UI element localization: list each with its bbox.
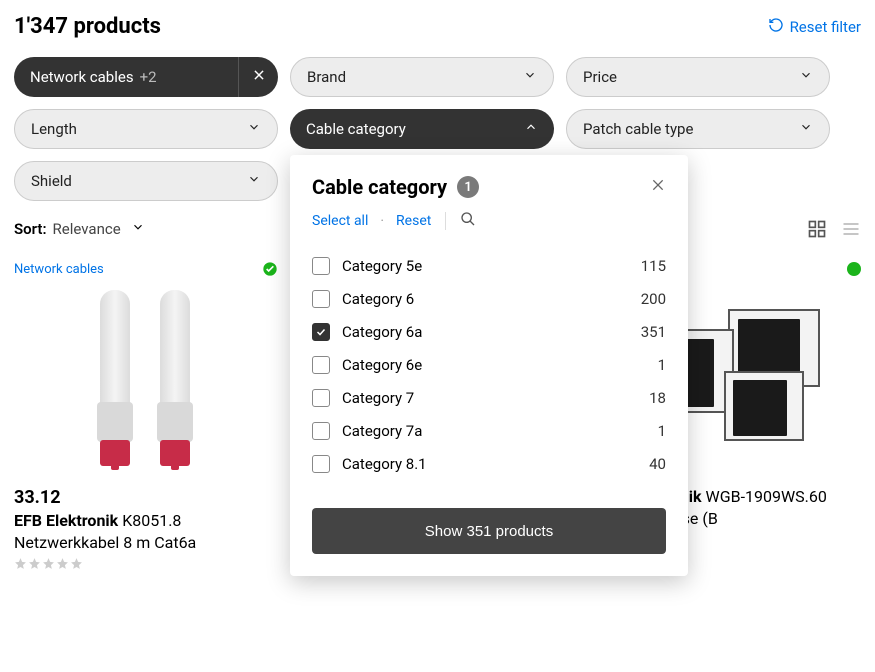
cable-category-popover: Cable category 1 Select all · Reset Cate… — [290, 155, 688, 576]
filter-length-label: Length — [31, 120, 77, 138]
selected-count-badge: 1 — [457, 176, 479, 198]
option-label: Category 6 — [342, 290, 414, 308]
chevron-down-icon — [247, 172, 261, 190]
option-label: Category 7a — [342, 422, 422, 440]
popover-title: Cable category — [312, 175, 447, 199]
sort-dropdown[interactable]: Sort: Relevance — [14, 220, 145, 238]
option-label: Category 8.1 — [342, 455, 427, 473]
filter-price[interactable]: Price — [566, 57, 830, 97]
option-label: Category 5e — [342, 257, 422, 275]
option-count: 351 — [641, 323, 666, 341]
product-price: 33.12 — [14, 487, 278, 508]
checkbox[interactable] — [312, 257, 330, 275]
stock-indicator — [262, 261, 278, 277]
checkbox[interactable] — [312, 455, 330, 473]
reset-button[interactable]: Reset — [396, 213, 431, 229]
product-title: EFB Elektronik K8051.8 Netzwerkkabel 8 m… — [14, 510, 278, 553]
search-icon — [460, 215, 476, 231]
chevron-down-icon — [127, 220, 145, 238]
option-label: Category 6a — [342, 323, 422, 341]
popover-close-button[interactable] — [650, 177, 666, 197]
product-count: 1'347 products — [14, 14, 161, 39]
reset-filter-label: Reset filter — [790, 18, 861, 36]
filter-cable-category[interactable]: Cable category — [290, 109, 554, 149]
reset-filter-button[interactable]: Reset filter — [768, 17, 861, 37]
filter-price-label: Price — [583, 68, 617, 86]
clear-active-filter-button[interactable] — [238, 57, 278, 97]
filter-shield-label: Shield — [31, 172, 72, 190]
grid-icon — [807, 224, 827, 243]
select-all-button[interactable]: Select all — [312, 213, 368, 229]
option-label: Category 6e — [342, 356, 422, 374]
filter-length[interactable]: Length — [14, 109, 278, 149]
option-count: 200 — [641, 290, 666, 308]
sort-label: Sort: — [14, 220, 47, 238]
option-count: 115 — [641, 257, 666, 275]
check-icon — [262, 261, 278, 277]
product-category-link[interactable]: Network cables — [14, 262, 104, 277]
checkbox[interactable] — [312, 389, 330, 407]
filter-option[interactable]: Category 6a 351 — [312, 315, 666, 348]
active-filter-label: Network cables — [30, 68, 134, 86]
stock-indicator — [847, 262, 861, 276]
divider — [445, 212, 446, 230]
chevron-down-icon — [247, 120, 261, 138]
separator: · — [380, 213, 384, 229]
filter-option[interactable]: Category 7 18 — [312, 381, 666, 414]
option-label: Category 7 — [342, 389, 414, 407]
option-count: 1 — [658, 422, 666, 440]
filter-patch-cable-type[interactable]: Patch cable type — [566, 109, 830, 149]
grid-view-button[interactable] — [807, 219, 827, 239]
filter-shield[interactable]: Shield — [14, 161, 278, 201]
show-products-button[interactable]: Show 351 products — [312, 508, 666, 554]
product-card[interactable]: Network cables 33.12 EFB Elektronik K805… — [14, 261, 278, 570]
close-icon — [650, 178, 666, 197]
checkbox[interactable] — [312, 356, 330, 374]
filter-option[interactable]: Category 6e 1 — [312, 348, 666, 381]
filter-option[interactable]: Category 5e 115 — [312, 249, 666, 282]
filter-brand-label: Brand — [307, 68, 346, 86]
option-list: Category 5e 115 Category 6 200 Category 6a 35… — [290, 245, 688, 496]
filter-patch-label: Patch cable type — [583, 120, 693, 138]
close-icon — [252, 68, 266, 86]
product-image — [14, 285, 278, 475]
chevron-up-icon — [524, 120, 538, 138]
active-filter-chip[interactable]: Network cables +2 — [14, 57, 278, 97]
list-view-button[interactable] — [841, 219, 861, 239]
checkbox[interactable] — [312, 422, 330, 440]
chevron-down-icon — [799, 68, 813, 86]
filter-brand[interactable]: Brand — [290, 57, 554, 97]
sort-value: Relevance — [53, 220, 121, 238]
checkbox[interactable] — [312, 323, 330, 341]
filter-cable-category-label: Cable category — [306, 120, 406, 138]
active-filter-extra: +2 — [140, 68, 157, 86]
chevron-down-icon — [799, 120, 813, 138]
option-count: 18 — [649, 389, 666, 407]
filter-option[interactable]: Category 7a 1 — [312, 414, 666, 447]
product-rating — [14, 557, 278, 570]
option-count: 1 — [658, 356, 666, 374]
list-icon — [841, 224, 861, 243]
chevron-down-icon — [523, 68, 537, 86]
filter-option[interactable]: Category 6 200 — [312, 282, 666, 315]
checkbox[interactable] — [312, 290, 330, 308]
reset-icon — [768, 17, 784, 37]
option-count: 40 — [649, 455, 666, 473]
search-button[interactable] — [460, 211, 476, 231]
filter-option[interactable]: Category 8.1 40 — [312, 447, 666, 480]
